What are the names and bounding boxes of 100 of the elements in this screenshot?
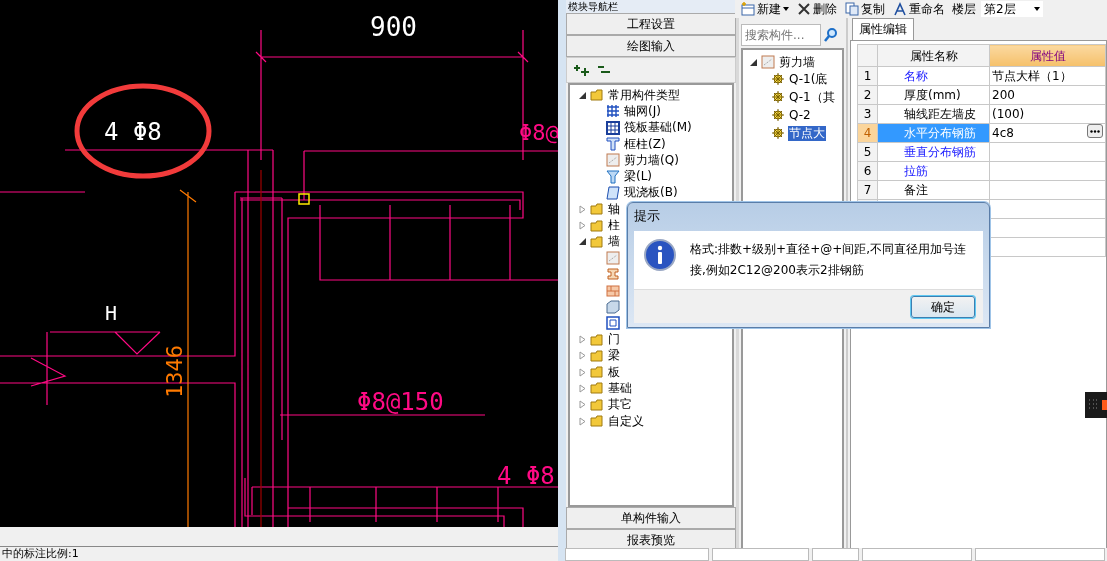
expand-icon[interactable] [578,221,587,230]
wall-icon [606,153,620,168]
tree-item[interactable]: Q-1（其 [788,89,836,105]
elevation-mark: H [105,301,118,325]
dimension-label: 900 [370,12,417,42]
wall-icon [761,55,775,70]
gear-icon [771,108,785,123]
value-cell[interactable]: (100) [989,104,1106,124]
beam-icon [606,169,620,184]
beam-icon [606,267,620,282]
tree-item[interactable]: 其它 [607,397,633,413]
tree-item[interactable]: 剪力墙 [778,54,816,70]
snap-marker [298,193,310,205]
folder-icon [590,88,604,103]
slab-grid-icon [606,120,620,135]
toolbar-button[interactable]: 新建 [739,1,791,17]
property-name: 垂直分布钢筋 [877,142,990,162]
dimension-label: 1346 [162,345,187,398]
tree-item[interactable]: 板 [607,364,621,380]
widget-icon[interactable] [1085,392,1107,418]
folder-icon [590,218,604,233]
caret-icon [783,7,789,11]
tree-item[interactable]: 轴网(J) [623,103,662,119]
toolbar-button[interactable]: 复制 [843,1,887,17]
toolbar-button[interactable]: 删除 [795,1,839,17]
properties-tab[interactable]: 属性编辑 [852,18,914,40]
property-name: 厚度(mm) [877,85,990,105]
gear-icon [771,90,785,105]
window-icon [606,316,620,331]
collapse-icon[interactable] [749,57,758,67]
expand-icon[interactable] [578,384,587,393]
expand-icon[interactable] [578,400,587,410]
folder-icon [590,332,604,347]
rebar-label: Φ8@150 [357,388,444,416]
property-value: 200 [992,88,1015,102]
value-cell[interactable]: 节点大样（1） [989,66,1106,86]
dialog-message: 格式:排数+级别+直径+@+间距,不同直径用加号连接,例如2C12@200表示2排钢筋 [690,241,968,279]
ellipsis-icon [1090,130,1100,133]
tree-item[interactable]: 门 [607,332,621,348]
ok-button[interactable]: 确定 [911,295,975,318]
value-cell[interactable] [989,161,1106,181]
value-cell[interactable]: 200 [989,85,1106,105]
letter-icon [893,2,907,16]
tree-item[interactable]: Q-2 [788,107,812,123]
dialog-title: 提示 [633,207,661,225]
expand-icon[interactable] [578,416,587,426]
rebar-label: 4 Φ8 [497,462,555,490]
box-icon [606,300,620,314]
tree-item[interactable]: 基础 [607,381,633,396]
collapse-icon[interactable] [578,237,587,247]
header-cell [857,44,878,67]
new-icon [741,2,755,16]
toolbar-button[interactable]: 重命名 [891,1,947,17]
tree-item[interactable]: 轴 [607,201,621,217]
wall-icon [606,251,620,266]
section-button[interactable]: 工程设置 [566,13,736,35]
expand-all-icon[interactable] [573,64,591,76]
expand-icon[interactable] [578,351,587,361]
tree-item[interactable]: 剪力墙(Q) [623,152,680,168]
tree-item[interactable]: 框柱(Z) [623,136,667,152]
section-button[interactable]: 绘图输入 [566,35,736,57]
search-icon[interactable] [823,27,839,43]
tree-item[interactable]: 筏板基础(M) [623,120,693,136]
property-name: 轴线距左墙皮 [877,104,990,124]
tree-item[interactable]: 常用构件类型 [607,87,681,103]
brick-icon [606,283,620,298]
gear-icon [771,72,785,87]
tree-item[interactable]: 自定义 [607,413,645,429]
more-button[interactable] [1087,124,1103,138]
property-value: 节点大样（1） [992,69,1072,83]
collapse-icon[interactable] [578,90,587,100]
tree-item[interactable]: 梁(L) [623,169,654,185]
search-field[interactable]: 搜索构件... [741,24,821,46]
tree-item[interactable]: 现浇板(B) [623,185,679,201]
folder-icon [590,234,604,249]
folder-icon [590,414,604,429]
column-header: 属性值 [989,44,1106,67]
rebar-label: 4 Φ8 [104,118,162,146]
property-value: (100) [992,107,1025,121]
folder-icon [590,397,604,412]
expand-icon[interactable] [578,204,587,214]
tree-item[interactable]: 节点大 [788,125,826,141]
expand-icon[interactable] [578,367,587,377]
tree-item[interactable]: 墙 [607,234,621,250]
tree-item[interactable]: Q-1(底 [788,71,829,87]
grid-icon [606,104,620,119]
info-icon [644,239,676,271]
tree-item[interactable]: 梁 [607,348,621,364]
section-button[interactable]: 单构件输入 [566,507,736,529]
tree-item[interactable]: 柱 [607,218,621,233]
value-cell[interactable] [989,142,1106,162]
property-value: 4c8 [992,126,1014,140]
section-button[interactable]: 报表预览 [566,529,736,551]
collapse-all-icon[interactable] [597,64,611,76]
value-cell[interactable]: 4c8 [989,123,1106,143]
value-cell[interactable] [989,180,1106,200]
floor-dropdown[interactable]: 第2层 [981,1,1043,17]
expand-icon[interactable] [578,335,587,345]
copy-icon [845,2,859,16]
gear-icon [771,126,785,141]
